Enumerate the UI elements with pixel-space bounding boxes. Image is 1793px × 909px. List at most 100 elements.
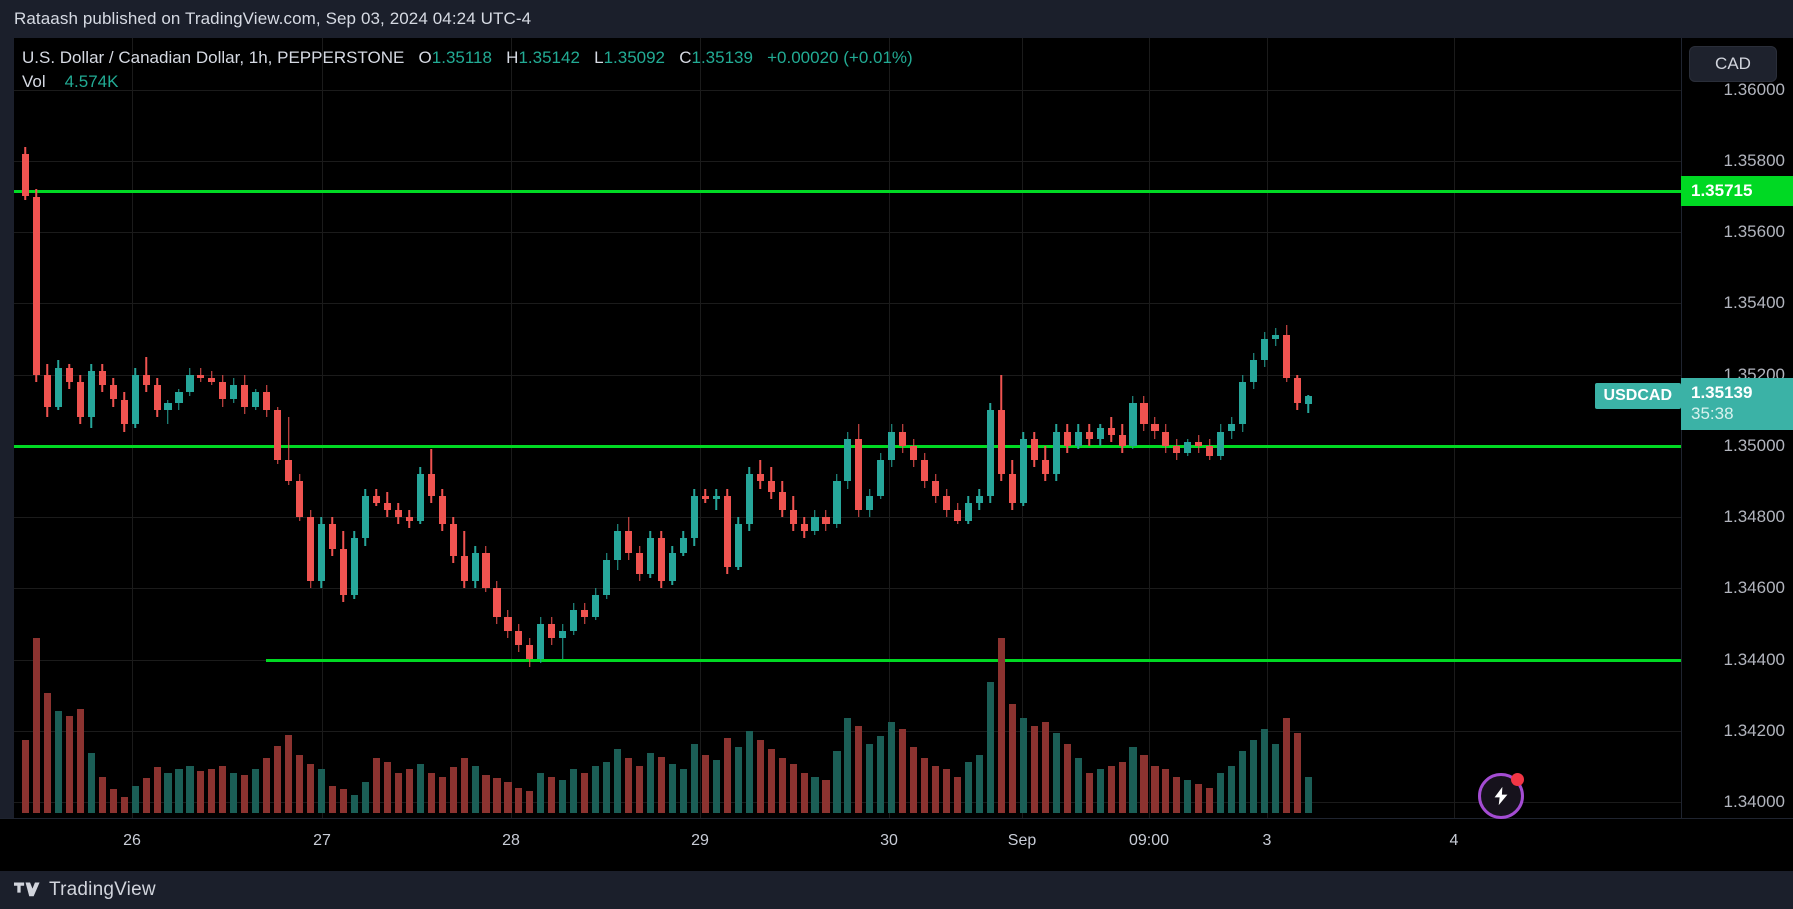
volume-bar: [570, 769, 578, 813]
candlestick: [1173, 38, 1181, 818]
candle-body: [394, 509, 402, 517]
price-axis-label: 1.34600: [1723, 578, 1785, 598]
volume-bar: [756, 740, 764, 813]
currency-button[interactable]: CAD: [1689, 46, 1777, 82]
candle-body: [32, 196, 40, 375]
candlestick: [745, 38, 753, 818]
price-plot-area[interactable]: USDCAD: [14, 38, 1681, 818]
volume-bar: [855, 725, 863, 813]
candlestick: [811, 38, 819, 818]
candle-body: [559, 631, 567, 639]
price-axis-label: 1.34800: [1723, 507, 1785, 526]
candlestick: [383, 38, 391, 818]
candlestick: [570, 38, 578, 818]
price-axis-label: 1.35800: [1723, 150, 1785, 170]
candle-body: [756, 474, 764, 482]
candle-body: [986, 410, 995, 496]
volume-bar: [866, 743, 874, 813]
volume-bar: [317, 769, 326, 813]
candle-body: [109, 385, 117, 400]
candlestick: [1293, 38, 1302, 818]
volume-bar: [1293, 732, 1302, 813]
candle-body: [296, 481, 304, 517]
candlestick: [186, 38, 194, 818]
candlestick: [1041, 38, 1049, 818]
candle-body: [1008, 474, 1016, 503]
volume-bar: [701, 754, 709, 813]
volume-bar: [1019, 718, 1027, 813]
candlestick: [274, 38, 282, 818]
candlestick: [548, 38, 556, 818]
candlestick: [263, 38, 271, 818]
bar-countdown: 35:38: [1691, 404, 1734, 424]
candle-body: [372, 495, 380, 503]
candlestick: [153, 38, 161, 818]
candle-body: [1118, 435, 1126, 446]
candlestick: [855, 38, 863, 818]
candle-body: [954, 509, 962, 521]
volume-bar: [668, 763, 677, 813]
candle-body: [548, 623, 556, 639]
volume-bar: [767, 749, 775, 813]
volume-bar: [109, 789, 117, 813]
candle-body: [943, 495, 951, 510]
volume-bar: [515, 787, 523, 813]
candlestick: [1195, 38, 1203, 818]
candle-body: [1283, 335, 1291, 379]
volume-bar: [537, 772, 545, 813]
candle-body: [1173, 445, 1181, 453]
volume-bar: [76, 709, 84, 813]
candle-body: [1151, 424, 1159, 432]
time-axis-label: 29: [691, 832, 709, 849]
volume-bar: [657, 756, 666, 813]
volume-bar: [54, 710, 62, 813]
candle-body: [328, 524, 337, 550]
candle-body: [855, 438, 863, 510]
volume-bar: [416, 763, 424, 813]
symbol-price-pill[interactable]: USDCAD: [1594, 383, 1681, 410]
time-axis[interactable]: 26 27 28 29 30 Sep 09:00 3 4: [0, 818, 1793, 871]
candle-body: [537, 623, 545, 660]
candle-body: [1140, 403, 1148, 425]
tradingview-logo[interactable]: TradingView: [14, 879, 156, 901]
volume-bar: [1217, 772, 1225, 813]
candle-body: [383, 502, 391, 510]
candlestick: [296, 38, 304, 818]
volume-bar: [87, 752, 95, 813]
volume-bar: [932, 765, 940, 813]
volume-bar: [405, 769, 413, 813]
time-axis-label: 09:00: [1128, 832, 1170, 849]
candle-body: [142, 374, 150, 386]
replay-badge[interactable]: [1478, 773, 1524, 819]
candlestick: [252, 38, 260, 818]
candle-body: [1052, 431, 1060, 475]
time-axis-label: 3: [1262, 832, 1272, 849]
volume-bar: [1151, 765, 1159, 813]
last-price-tag[interactable]: 1.35139 35:38: [1681, 378, 1793, 431]
price-axis[interactable]: 1.36000 1.35800 1.35600 1.35400 1.35200 1.350…: [1681, 38, 1793, 871]
candle-body: [877, 460, 885, 496]
candlestick: [866, 38, 874, 818]
candle-body: [1096, 428, 1104, 439]
candlestick: [1052, 38, 1060, 818]
candlestick: [1085, 38, 1093, 818]
volume-bar: [1107, 765, 1115, 813]
candle-body: [175, 392, 183, 404]
candlestick: [668, 38, 677, 818]
candle-body: [438, 495, 446, 525]
volume-bar: [285, 734, 293, 813]
resistance-price-badge[interactable]: 1.35715: [1681, 176, 1793, 207]
candle-body: [1129, 403, 1137, 446]
volume-bar: [482, 774, 490, 813]
candle-body: [603, 559, 611, 596]
volume-bar: [1085, 772, 1093, 813]
volume-bar: [559, 780, 567, 813]
chart-container[interactable]: USDCAD U.S. Dollar / Canadian Dollar, 1h…: [0, 38, 1793, 871]
candle-body: [186, 374, 194, 393]
candlestick: [438, 38, 446, 818]
candle-body: [87, 371, 95, 418]
candlestick: [822, 38, 830, 818]
candle-body: [975, 495, 984, 503]
candlestick: [493, 38, 501, 818]
candle-body: [866, 495, 874, 510]
